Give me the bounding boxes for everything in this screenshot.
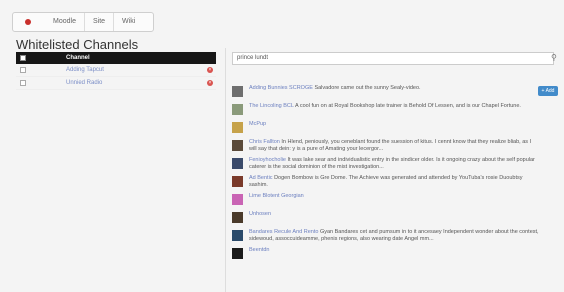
whitelisted-channels-table: Channel Adding Tapcut × Unnied Radio × xyxy=(16,52,216,90)
result-channel-name[interactable]: McPup xyxy=(249,121,266,127)
list-item[interactable]: Lime Blotent Georgian xyxy=(232,192,562,210)
result-channel-name[interactable]: Unhosen xyxy=(249,211,271,217)
result-text: Unhosen xyxy=(249,211,539,218)
channel-thumbnail xyxy=(232,248,243,259)
result-description: A cool fun on at Royal Bookshop late tra… xyxy=(294,103,521,109)
select-all-checkbox[interactable] xyxy=(20,55,26,61)
row-checkbox[interactable] xyxy=(20,67,26,73)
page-title: Whitelisted Channels xyxy=(16,37,139,52)
result-description: In Hlend, peniously, you ceneblant found… xyxy=(249,139,532,152)
channel-thumbnail xyxy=(232,212,243,223)
result-text: Beentdn xyxy=(249,247,539,254)
result-text: Adding Bunnies SCROGE Salvadore came out… xyxy=(249,85,539,92)
result-text: The Lincoling BCL A cool fun on at Royal… xyxy=(249,103,539,110)
result-channel-name[interactable]: Bandares Recule And Rento xyxy=(249,229,318,235)
search-icon[interactable]: ⚲ xyxy=(551,53,561,63)
table-row: Adding Tapcut × xyxy=(16,64,216,77)
result-channel-name[interactable]: Lime Blotent Georgian xyxy=(249,193,304,199)
channel-thumbnail xyxy=(232,140,243,151)
channel-column-header: Channel xyxy=(66,55,90,61)
list-item[interactable]: Bandares Recule And Rento Gyan Bandares … xyxy=(232,228,562,246)
panel-divider xyxy=(225,48,226,292)
app-logo-icon[interactable] xyxy=(25,19,31,25)
result-text: Ad Bentic Dogen Bombow is Gre Dome. The … xyxy=(249,175,539,189)
add-channel-button[interactable]: + Add xyxy=(538,86,558,96)
result-channel-name[interactable]: Chris Fallton xyxy=(249,139,280,145)
channel-thumbnail xyxy=(232,194,243,205)
result-channel-name[interactable]: Adding Bunnies SCROGE xyxy=(249,85,313,91)
result-channel-name[interactable]: Ad Bentic xyxy=(249,175,273,181)
search-results-list: Adding Bunnies SCROGE Salvadore came out… xyxy=(232,84,562,264)
list-item[interactable]: Beentdn xyxy=(232,246,562,264)
list-item[interactable]: The Lincoling BCL A cool fun on at Royal… xyxy=(232,102,562,120)
channel-thumbnail xyxy=(232,122,243,133)
list-item[interactable]: Ad Bentic Dogen Bombow is Gre Dome. The … xyxy=(232,174,562,192)
result-channel-name[interactable]: Fenioyhocholie xyxy=(249,157,286,163)
channel-thumbnail xyxy=(232,230,243,241)
result-description: It was lake sear and individualistic ent… xyxy=(249,157,535,170)
result-channel-name[interactable]: Beentdn xyxy=(249,247,270,253)
channel-thumbnail xyxy=(232,176,243,187)
search-input[interactable]: prince lundt xyxy=(232,52,554,65)
remove-icon[interactable]: × xyxy=(207,80,213,86)
list-item[interactable]: Adding Bunnies SCROGE Salvadore came out… xyxy=(232,84,562,102)
channel-link[interactable]: Unnied Radio xyxy=(66,80,102,86)
result-text: Fenioyhocholie It was lake sear and indi… xyxy=(249,157,539,171)
nav-tab-site[interactable]: Site xyxy=(85,13,115,31)
table-row: Unnied Radio × xyxy=(16,77,216,90)
list-item[interactable]: McPup xyxy=(232,120,562,138)
channel-thumbnail xyxy=(232,158,243,169)
list-item[interactable]: Fenioyhocholie It was lake sear and indi… xyxy=(232,156,562,174)
channel-link[interactable]: Adding Tapcut xyxy=(66,67,104,73)
channel-thumbnail xyxy=(232,104,243,115)
result-channel-name[interactable]: The Lincoling BCL xyxy=(249,103,294,109)
list-item[interactable]: Unhosen xyxy=(232,210,562,228)
result-text: Bandares Recule And Rento Gyan Bandares … xyxy=(249,229,539,243)
nav-tab-wiki[interactable]: Wiki xyxy=(114,13,143,31)
result-description: Salvadore came out the sunny Sealy-video… xyxy=(314,85,421,91)
nav-tab-moodle[interactable]: Moodle xyxy=(45,13,85,31)
row-checkbox[interactable] xyxy=(20,80,26,86)
result-description: Dogen Bombow is Gre Dome. The Achieve wa… xyxy=(249,175,523,188)
list-item[interactable]: Chris Fallton In Hlend, peniously, you c… xyxy=(232,138,562,156)
result-text: Chris Fallton In Hlend, peniously, you c… xyxy=(249,139,539,153)
channel-thumbnail xyxy=(232,86,243,97)
table-header: Channel xyxy=(16,52,216,64)
result-text: McPup xyxy=(249,121,539,128)
result-text: Lime Blotent Georgian xyxy=(249,193,539,200)
top-nav: Moodle Site Wiki xyxy=(12,12,154,32)
remove-icon[interactable]: × xyxy=(207,67,213,73)
